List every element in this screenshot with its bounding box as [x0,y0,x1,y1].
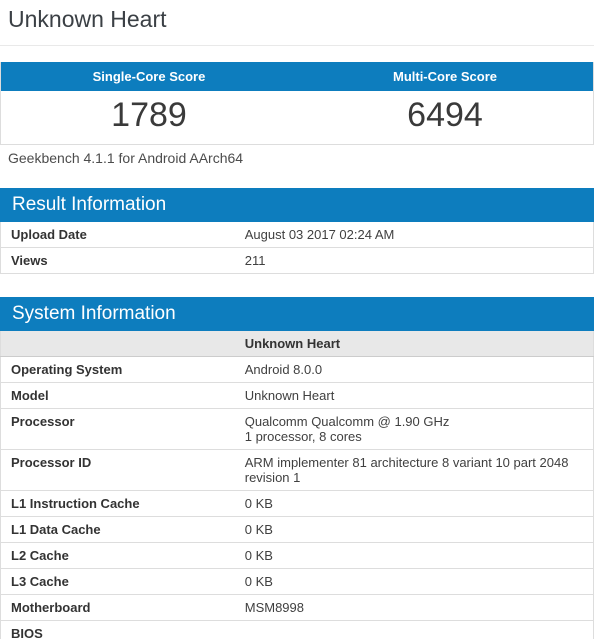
spec-label-cell: Motherboard [1,595,235,621]
system-information-header: System Information [0,297,594,331]
score-value: 1789 [1,91,298,145]
spec-value-cell: 0 KB [235,491,594,517]
system-information-section: System Information Unknown Heart Operati… [0,297,594,639]
spec-label-cell: L1 Data Cache [1,517,235,543]
result-information-header: Result Information [0,188,594,222]
table-row: Views 211 [1,248,594,274]
spec-value-cell: Android 8.0.0 [235,357,594,383]
spec-label-cell: Processor ID [1,450,235,491]
table-row: L2 Cache 0 KB [1,543,594,569]
benchmark-scores-panel: Single-Core Score Multi-Core Score 1789 … [0,62,594,166]
spec-value-cell: MSM8998 [235,595,594,621]
table-row: BIOS [1,621,594,639]
spec-label-cell: Processor [1,409,235,450]
device-column-header: Unknown Heart [235,331,594,357]
spec-value-cell: 0 KB [235,569,594,595]
table-row: Processor Qualcomm Qualcomm @ 1.90 GHz 1… [1,409,594,450]
score-column-header: Multi-Core Score [297,62,594,91]
system-information-table: Unknown Heart Operating System Android 8… [0,331,594,639]
spec-label-cell: L3 Cache [1,569,235,595]
table-row: L3 Cache 0 KB [1,569,594,595]
result-information-table: Upload Date August 03 2017 02:24 AM View… [0,222,594,274]
spec-label-cell: Operating System [1,357,235,383]
benchmark-version-caption: Geekbench 4.1.1 for Android AArch64 [0,145,594,166]
spec-value-cell: ARM implementer 81 architecture 8 varian… [235,450,594,491]
table-row: Motherboard MSM8998 [1,595,594,621]
score-value: 6494 [297,91,594,145]
table-row: Model Unknown Heart [1,383,594,409]
spec-label-cell: Model [1,383,235,409]
spec-label-cell: BIOS [1,621,235,639]
title-divider [0,45,594,46]
spec-value-cell: August 03 2017 02:24 AM [235,222,594,248]
table-row: Operating System Android 8.0.0 [1,357,594,383]
spec-value-cell [235,621,594,639]
device-header-row: Unknown Heart [1,331,594,357]
spec-label-cell: Upload Date [1,222,235,248]
table-row: L1 Instruction Cache 0 KB [1,491,594,517]
spec-value-cell: Qualcomm Qualcomm @ 1.90 GHz 1 processor… [235,409,594,450]
spec-label-cell: L2 Cache [1,543,235,569]
score-column-header: Single-Core Score [1,62,298,91]
spec-value-cell: 211 [235,248,594,274]
table-row: L1 Data Cache 0 KB [1,517,594,543]
score-header-row: Single-Core Score Multi-Core Score [1,62,594,91]
page-container: Unknown Heart Single-Core Score Multi-Co… [0,6,594,639]
score-value-row: 1789 6494 [1,91,594,145]
table-row: Upload Date August 03 2017 02:24 AM [1,222,594,248]
page-title: Unknown Heart [8,6,594,33]
spec-label-cell: L1 Instruction Cache [1,491,235,517]
spec-value-cell: Unknown Heart [235,383,594,409]
score-table: Single-Core Score Multi-Core Score 1789 … [0,62,594,145]
spec-value-cell: 0 KB [235,543,594,569]
spec-label-cell: Views [1,248,235,274]
result-information-section: Result Information Upload Date August 03… [0,188,594,274]
table-row: Processor ID ARM implementer 81 architec… [1,450,594,491]
spec-value-cell: 0 KB [235,517,594,543]
device-header-empty-cell [1,331,235,357]
